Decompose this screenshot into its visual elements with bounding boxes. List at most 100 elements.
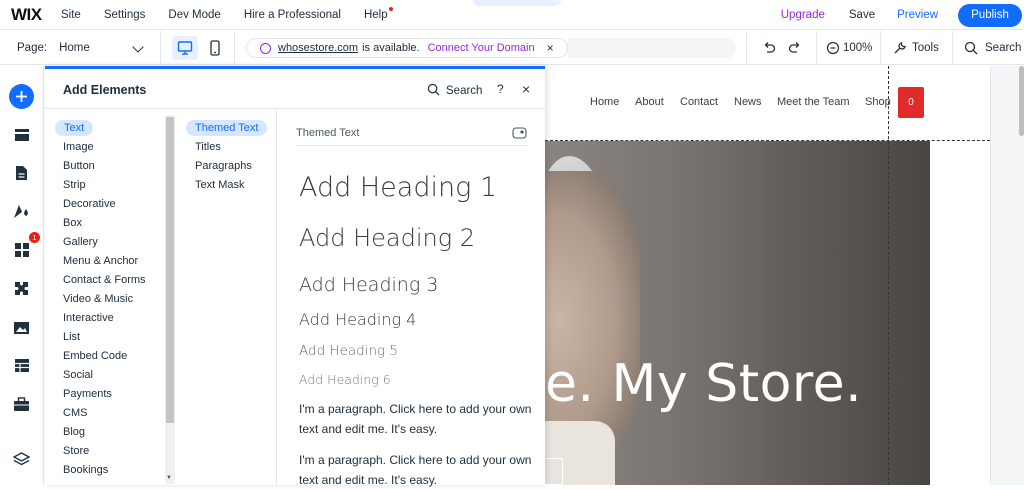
- category-bookings[interactable]: Bookings: [63, 464, 108, 476]
- pages-button[interactable]: [12, 163, 31, 182]
- upgrade-link[interactable]: Upgrade: [781, 9, 825, 21]
- wix-logo[interactable]: WIX: [11, 5, 61, 25]
- category-menu-anchor[interactable]: Menu & Anchor: [63, 255, 138, 267]
- element-content: Themed Text Add Heading 1 Add Heading 2 …: [278, 110, 545, 487]
- redo-button[interactable]: [788, 31, 802, 65]
- close-icon[interactable]: ×: [522, 81, 530, 97]
- heading-5[interactable]: Add Heading 5: [299, 343, 398, 359]
- subcategory-themed-text[interactable]: Themed Text: [186, 120, 268, 136]
- subcategory-titles[interactable]: Titles: [195, 141, 221, 153]
- category-decorative[interactable]: Decorative: [63, 198, 116, 210]
- cart-count: 0: [908, 97, 914, 108]
- category-payments[interactable]: Payments: [63, 388, 112, 400]
- category-button[interactable]: Button: [63, 160, 95, 172]
- canvas-scrollbar[interactable]: [1019, 66, 1024, 136]
- category-cms[interactable]: CMS: [63, 407, 87, 419]
- close-domain-bar-button[interactable]: ×: [547, 41, 554, 55]
- cms-button[interactable]: [12, 356, 31, 375]
- menu-settings[interactable]: Settings: [104, 9, 146, 21]
- sections-button[interactable]: [12, 125, 31, 144]
- subcategory-text-mask[interactable]: Text Mask: [195, 179, 245, 191]
- heading-6[interactable]: Add Heading 6: [299, 372, 391, 387]
- panel-search-button[interactable]: Search: [427, 83, 482, 97]
- media-button[interactable]: [12, 318, 31, 337]
- category-box[interactable]: Box: [63, 217, 82, 229]
- globe-icon: [260, 42, 271, 54]
- site-nav-meet-the-team[interactable]: Meet the Team: [777, 96, 850, 108]
- tools-button[interactable]: Tools: [893, 31, 939, 65]
- preview-toggle-icon[interactable]: [512, 127, 528, 139]
- category-list: Text Image Button Strip Decorative Box G…: [45, 110, 177, 485]
- top-bar: WIX Site Settings Dev Mode Hire a Profes…: [0, 0, 1024, 30]
- publish-button[interactable]: Publish: [958, 3, 1022, 27]
- menu-dev-mode[interactable]: Dev Mode: [168, 9, 220, 21]
- category-gallery[interactable]: Gallery: [63, 236, 98, 248]
- site-nav-about[interactable]: About: [635, 96, 664, 108]
- hero-section[interactable]: e. My Store.: [545, 141, 930, 485]
- help-icon[interactable]: ?: [497, 82, 504, 96]
- menu-help[interactable]: Help: [364, 6, 393, 21]
- layers-button[interactable]: [12, 450, 31, 469]
- domain-available-text: is available.: [362, 42, 420, 54]
- desktop-view-button[interactable]: [172, 36, 198, 60]
- toolbar-divider: [160, 31, 161, 65]
- category-interactive[interactable]: Interactive: [63, 312, 114, 324]
- table-icon: [14, 359, 29, 372]
- paint-icon: [14, 204, 28, 218]
- category-text[interactable]: Text: [55, 120, 94, 136]
- add-elements-button[interactable]: [9, 84, 34, 109]
- site-nav-shop[interactable]: Shop: [865, 96, 891, 108]
- site-nav-home[interactable]: Home: [590, 96, 619, 108]
- toolbar-divider: [816, 31, 817, 65]
- scroll-down-icon[interactable]: ▼: [166, 475, 172, 481]
- business-apps-button[interactable]: [12, 279, 31, 298]
- search-button[interactable]: Search: [964, 31, 1021, 65]
- hero-title[interactable]: e. My Store.: [545, 354, 862, 414]
- category-scrollbar-thumb[interactable]: [166, 117, 174, 423]
- top-notch-handle[interactable]: [473, 0, 561, 6]
- subcategory-paragraphs[interactable]: Paragraphs: [195, 160, 252, 172]
- desktop-icon: [177, 41, 193, 55]
- toolbar-divider: [880, 31, 881, 65]
- top-actions: Upgrade Save Preview Publish: [781, 0, 1024, 30]
- connect-domain-link[interactable]: Connect Your Domain: [428, 42, 535, 54]
- portfolio-button[interactable]: [12, 395, 31, 414]
- zoom-level: 100%: [843, 42, 873, 54]
- heading-4[interactable]: Add Heading 4: [299, 310, 416, 329]
- heading-3[interactable]: Add Heading 3: [299, 274, 438, 296]
- category-video-music[interactable]: Video & Music: [63, 293, 133, 305]
- preview-button[interactable]: Preview: [897, 9, 938, 21]
- search-icon: [964, 41, 978, 55]
- wrench-icon: [894, 42, 906, 54]
- save-button[interactable]: Save: [849, 9, 875, 21]
- chevron-down-icon[interactable]: [132, 41, 144, 53]
- category-social[interactable]: Social: [63, 369, 93, 381]
- zoom-button[interactable]: 100%: [826, 31, 872, 65]
- category-blog[interactable]: Blog: [63, 426, 85, 438]
- apps-grid-icon: [14, 242, 29, 257]
- category-embed-code[interactable]: Embed Code: [63, 350, 127, 362]
- toolbar-divider: [746, 31, 747, 65]
- heading-2[interactable]: Add Heading 2: [299, 224, 475, 252]
- apps-button[interactable]: [12, 240, 31, 259]
- category-store[interactable]: Store: [63, 445, 89, 457]
- page-selector[interactable]: Page: Home: [17, 31, 90, 65]
- design-button[interactable]: [12, 201, 31, 220]
- page-label: Page:: [17, 42, 48, 54]
- menu-site[interactable]: Site: [61, 9, 81, 21]
- search-icon: [427, 83, 440, 96]
- undo-button[interactable]: [762, 31, 776, 65]
- site-url[interactable]: whosestore.com: [278, 42, 358, 54]
- site-nav-contact[interactable]: Contact: [680, 96, 718, 108]
- category-list[interactable]: List: [63, 331, 80, 343]
- heading-1[interactable]: Add Heading 1: [299, 172, 497, 203]
- category-strip[interactable]: Strip: [63, 179, 86, 191]
- mobile-view-button[interactable]: [209, 31, 221, 65]
- site-nav-news[interactable]: News: [734, 96, 762, 108]
- paragraph-2[interactable]: I'm a paragraph. Click here to add your …: [299, 450, 534, 490]
- paragraph-1[interactable]: I'm a paragraph. Click here to add your …: [299, 399, 534, 439]
- category-contact-forms[interactable]: Contact & Forms: [63, 274, 146, 286]
- category-image[interactable]: Image: [63, 141, 94, 153]
- menu-hire-professional[interactable]: Hire a Professional: [244, 9, 341, 21]
- shopping-bag-icon[interactable]: 0: [898, 87, 924, 118]
